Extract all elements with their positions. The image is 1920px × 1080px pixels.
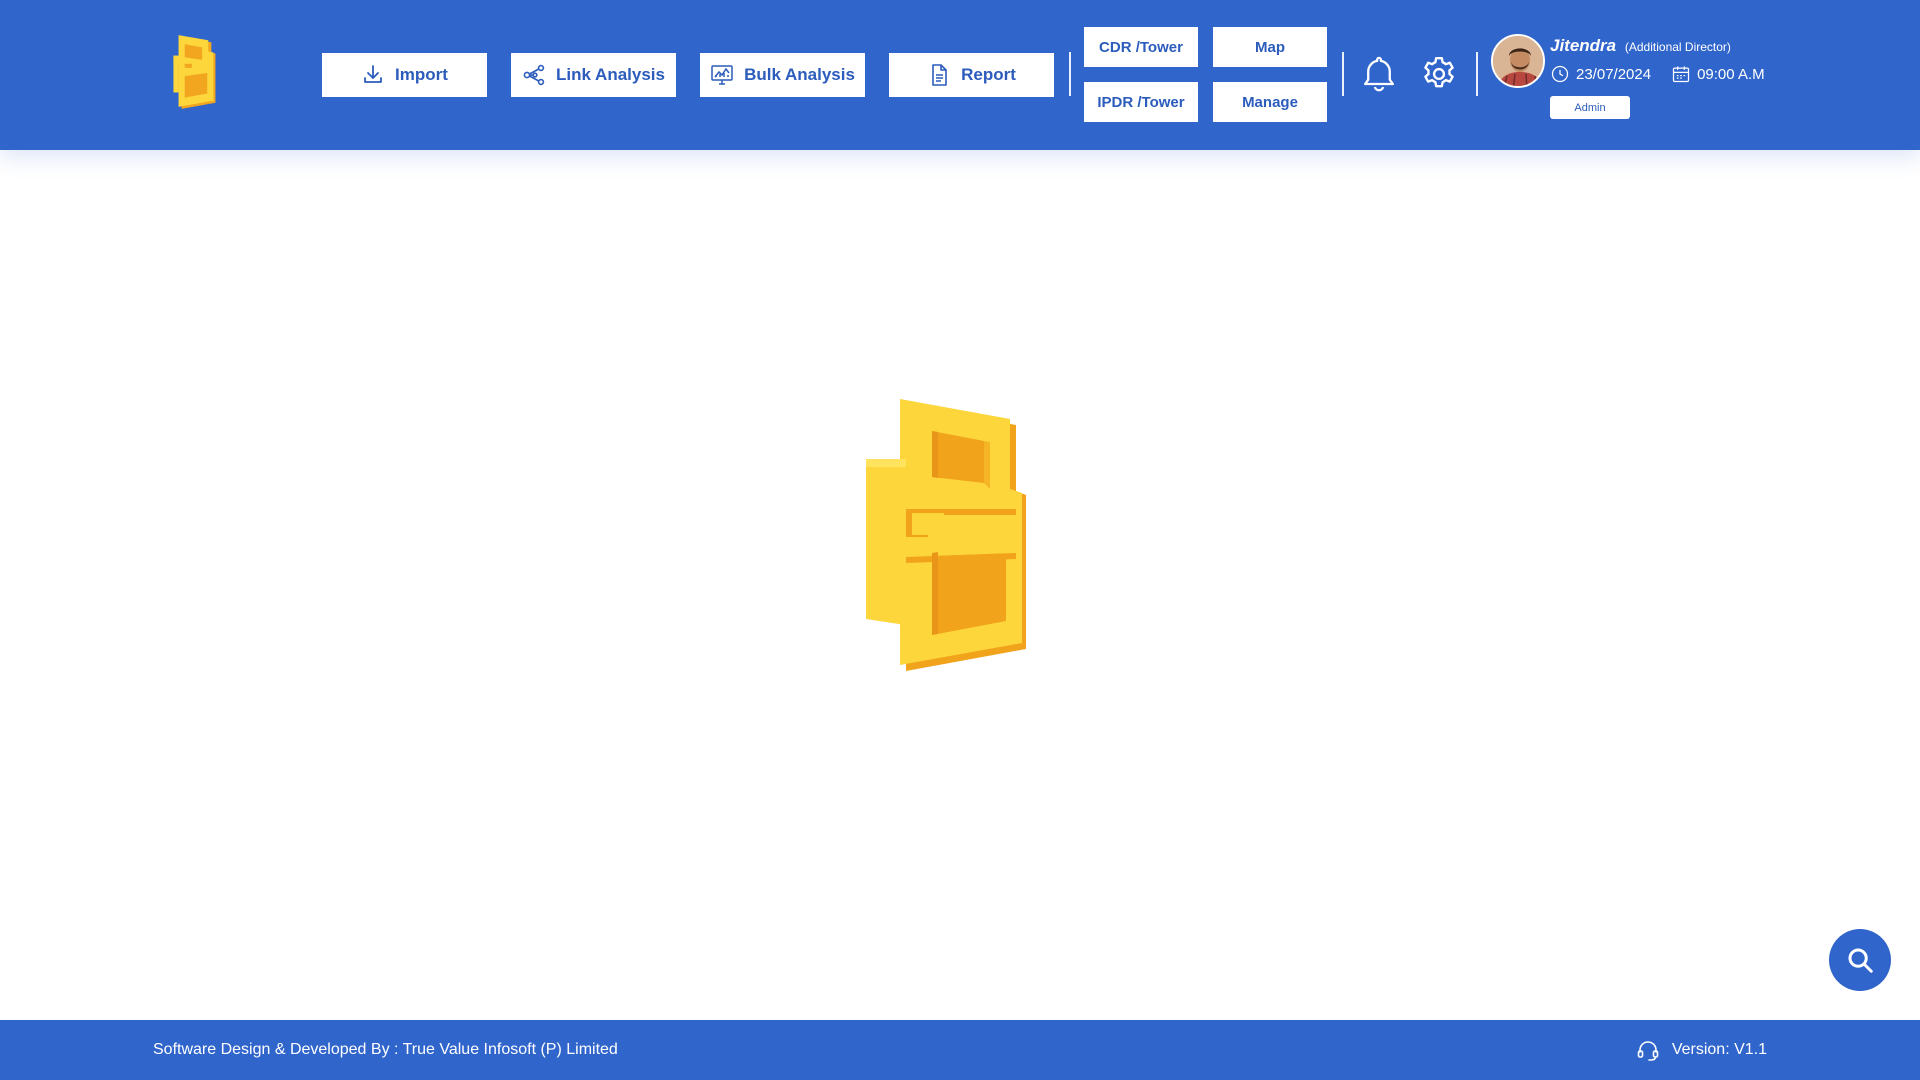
calendar-icon [1672, 66, 1690, 83]
bulk-analysis-label: Bulk Analysis [744, 65, 855, 84]
notifications-button[interactable] [1356, 51, 1402, 97]
app-logo-icon[interactable] [168, 32, 226, 114]
role-badge: Admin [1550, 96, 1630, 119]
chart-monitor-icon [711, 65, 733, 85]
search-button[interactable] [1829, 929, 1891, 991]
report-label: Report [961, 65, 1016, 84]
report-button[interactable]: Report [889, 53, 1054, 97]
search-icon [1848, 948, 1873, 973]
map-button[interactable]: Map [1213, 27, 1327, 67]
gear-icon [1424, 56, 1454, 88]
user-name: Jitendra (Additional Director) [1550, 36, 1731, 56]
ipdr-tower-button[interactable]: IPDR /Tower [1084, 82, 1198, 122]
header-divider [1069, 52, 1071, 96]
download-icon [364, 65, 382, 83]
avatar[interactable] [1491, 34, 1545, 88]
cdr-tower-button[interactable]: CDR /Tower [1084, 27, 1198, 67]
current-time: 09:00 A.M [1697, 65, 1765, 83]
header-divider [1342, 52, 1344, 96]
link-analysis-label: Link Analysis [556, 65, 665, 84]
header-divider [1476, 52, 1478, 96]
footer: Software Design & Developed By : True Va… [0, 1020, 1920, 1080]
app-root: Import Link Analysis Bulk Analysis Repor… [0, 0, 1920, 1080]
current-date: 23/07/2024 [1576, 65, 1652, 83]
developer-credit: Software Design & Developed By : True Va… [153, 1041, 618, 1058]
bulk-analysis-button[interactable]: Bulk Analysis [700, 53, 865, 97]
settings-button[interactable] [1416, 51, 1462, 97]
clock-icon [1551, 65, 1569, 83]
user-photo-icon [1493, 36, 1543, 86]
support-headset-icon[interactable] [1636, 1038, 1660, 1062]
brand-logo-icon [866, 399, 1026, 671]
import-label: Import [395, 65, 448, 84]
link-analysis-button[interactable]: Link Analysis [511, 53, 676, 97]
user-name-text: Jitendra [1550, 36, 1617, 55]
version-label: Version: V1.1 [1671, 1041, 1767, 1058]
manage-button[interactable]: Manage [1213, 82, 1327, 122]
datetime-row: 23/07/2024 09:00 A.M [1550, 63, 1765, 85]
user-role: (Additional Director) [1624, 40, 1731, 54]
version-info: Version: V1.1 [1636, 1036, 1767, 1064]
share-nodes-icon [523, 64, 545, 86]
document-icon [932, 64, 947, 86]
bell-icon [1363, 56, 1394, 92]
import-button[interactable]: Import [322, 53, 487, 97]
top-header: Import Link Analysis Bulk Analysis Repor… [0, 0, 1920, 150]
